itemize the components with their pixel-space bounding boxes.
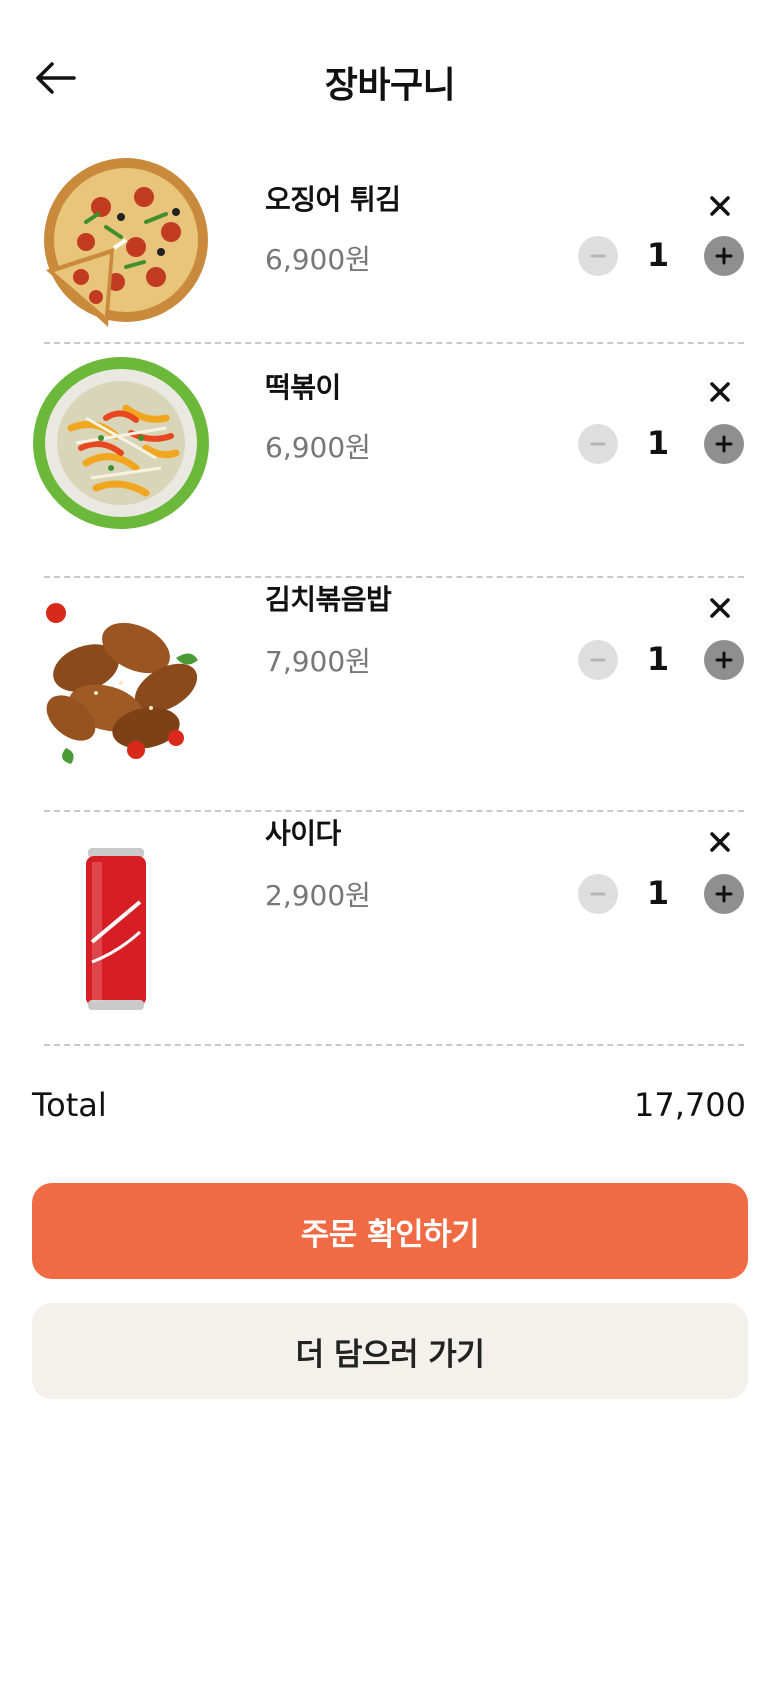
increase-quantity-button[interactable] <box>704 424 744 464</box>
decrease-quantity-button[interactable] <box>578 236 618 276</box>
remove-item-button[interactable] <box>700 372 740 412</box>
decrease-quantity-button[interactable] <box>578 874 618 914</box>
increase-quantity-button[interactable] <box>704 874 744 914</box>
chicken-wings-image <box>46 603 198 764</box>
close-icon <box>710 382 730 402</box>
item-price: 6,900원 <box>265 243 371 276</box>
item-quantity: 1 <box>646 424 670 462</box>
plus-icon <box>715 885 733 903</box>
item-divider <box>44 1044 744 1046</box>
close-icon <box>710 598 730 618</box>
item-name: 오징어 튀김 <box>265 183 401 216</box>
add-more-button[interactable]: 더 담으러 가기 <box>32 1303 748 1399</box>
pizza-image <box>44 158 208 327</box>
decrease-quantity-button[interactable] <box>578 640 618 680</box>
minus-icon <box>590 658 606 662</box>
confirm-order-button[interactable]: 주문 확인하기 <box>32 1183 748 1279</box>
cart-item: 오징어 튀김 6,900원 1 <box>0 140 780 340</box>
salad-image <box>33 357 209 529</box>
item-name: 떡볶이 <box>265 371 341 404</box>
minus-icon <box>590 442 606 446</box>
item-quantity: 1 <box>646 874 670 912</box>
increase-quantity-button[interactable] <box>704 640 744 680</box>
item-price: 6,900원 <box>265 431 371 464</box>
plus-icon <box>715 247 733 265</box>
plus-icon <box>715 651 733 669</box>
cart-page: 장바구니 오징어 튀김 6,900원 1 떡볶이 6,900원 1 김치볶음밥 … <box>0 0 780 1688</box>
item-quantity: 1 <box>646 236 670 274</box>
increase-quantity-button[interactable] <box>704 236 744 276</box>
decrease-quantity-button[interactable] <box>578 424 618 464</box>
cola-can-image <box>86 848 146 1010</box>
minus-icon <box>590 892 606 896</box>
remove-item-button[interactable] <box>700 822 740 862</box>
header: 장바구니 <box>0 0 780 160</box>
total-value: 17,700 <box>634 1086 746 1124</box>
plus-icon <box>715 435 733 453</box>
close-icon <box>710 832 730 852</box>
cart-item: 떡볶이 6,900원 1 <box>0 344 780 574</box>
item-price: 2,900원 <box>265 879 371 912</box>
item-name: 사이다 <box>265 817 341 850</box>
cart-item: 사이다 2,900원 1 <box>0 812 780 1042</box>
cart-item: 김치볶음밥 7,900원 1 <box>0 578 780 808</box>
minus-icon <box>590 254 606 258</box>
total-label: Total <box>32 1086 107 1124</box>
close-icon <box>710 196 730 216</box>
item-quantity: 1 <box>646 640 670 678</box>
item-price: 7,900원 <box>265 645 371 678</box>
item-name: 김치볶음밥 <box>265 583 392 616</box>
remove-item-button[interactable] <box>700 186 740 226</box>
remove-item-button[interactable] <box>700 588 740 628</box>
page-title: 장바구니 <box>324 65 456 106</box>
